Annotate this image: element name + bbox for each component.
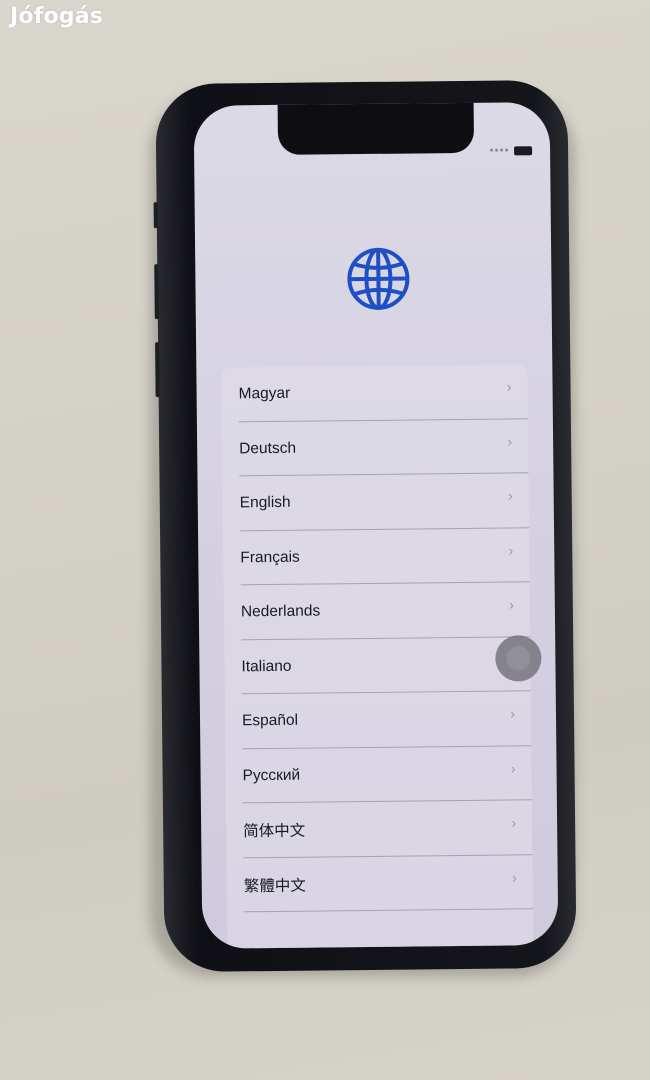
chevron-right-icon: › bbox=[511, 814, 517, 831]
language-item-traditional-chinese[interactable]: 繁體中文 › bbox=[226, 855, 533, 913]
globe-icon bbox=[347, 247, 410, 310]
language-item-deutsch[interactable]: Deutsch › bbox=[222, 419, 529, 477]
language-label: Русский bbox=[242, 766, 301, 785]
language-item-nederlands[interactable]: Nederlands › bbox=[224, 582, 531, 640]
language-item-magyar[interactable]: Magyar › bbox=[221, 364, 528, 422]
language-label: Deutsch bbox=[239, 439, 297, 458]
setup-screen: Magyar › Deutsch › English › Français › … bbox=[193, 102, 559, 949]
language-item-simplified-chinese[interactable]: 简体中文 › bbox=[226, 800, 533, 858]
language-item-espanol[interactable]: Español › bbox=[225, 691, 532, 749]
assistive-touch-button[interactable] bbox=[495, 635, 542, 682]
language-label: 简体中文 bbox=[243, 822, 306, 841]
language-item-francais[interactable]: Français › bbox=[223, 528, 530, 586]
mute-switch bbox=[153, 202, 158, 229]
language-label: Magyar bbox=[238, 385, 291, 403]
chevron-right-icon: › bbox=[511, 868, 517, 885]
language-label: Español bbox=[241, 711, 299, 730]
language-label: Nederlands bbox=[240, 602, 321, 621]
chevron-right-icon: › bbox=[509, 596, 514, 613]
chevron-right-icon: › bbox=[506, 378, 512, 395]
chevron-right-icon: › bbox=[510, 705, 516, 722]
chevron-right-icon: › bbox=[507, 487, 513, 504]
signal-icon bbox=[490, 148, 509, 152]
phone-device: Magyar › Deutsch › English › Français › … bbox=[153, 79, 577, 973]
language-label: 繁體中文 bbox=[243, 877, 306, 896]
notch bbox=[277, 102, 475, 155]
language-label: English bbox=[239, 494, 291, 512]
battery-icon bbox=[514, 146, 533, 156]
chevron-right-icon: › bbox=[510, 759, 516, 776]
language-item-russian[interactable]: Русский › bbox=[225, 746, 532, 804]
language-item-italiano[interactable]: Italiano › bbox=[224, 637, 531, 695]
language-list: Magyar › Deutsch › English › Français › … bbox=[221, 364, 534, 949]
language-label: Italiano bbox=[241, 657, 292, 676]
chevron-right-icon: › bbox=[507, 432, 513, 450]
language-label: Français bbox=[240, 548, 300, 567]
jofogas-watermark: Jófogás bbox=[10, 4, 104, 29]
chevron-right-icon: › bbox=[508, 541, 514, 559]
volume-up-button bbox=[154, 264, 159, 320]
volume-down-button bbox=[155, 342, 160, 398]
language-item-english[interactable]: English › bbox=[222, 473, 529, 531]
